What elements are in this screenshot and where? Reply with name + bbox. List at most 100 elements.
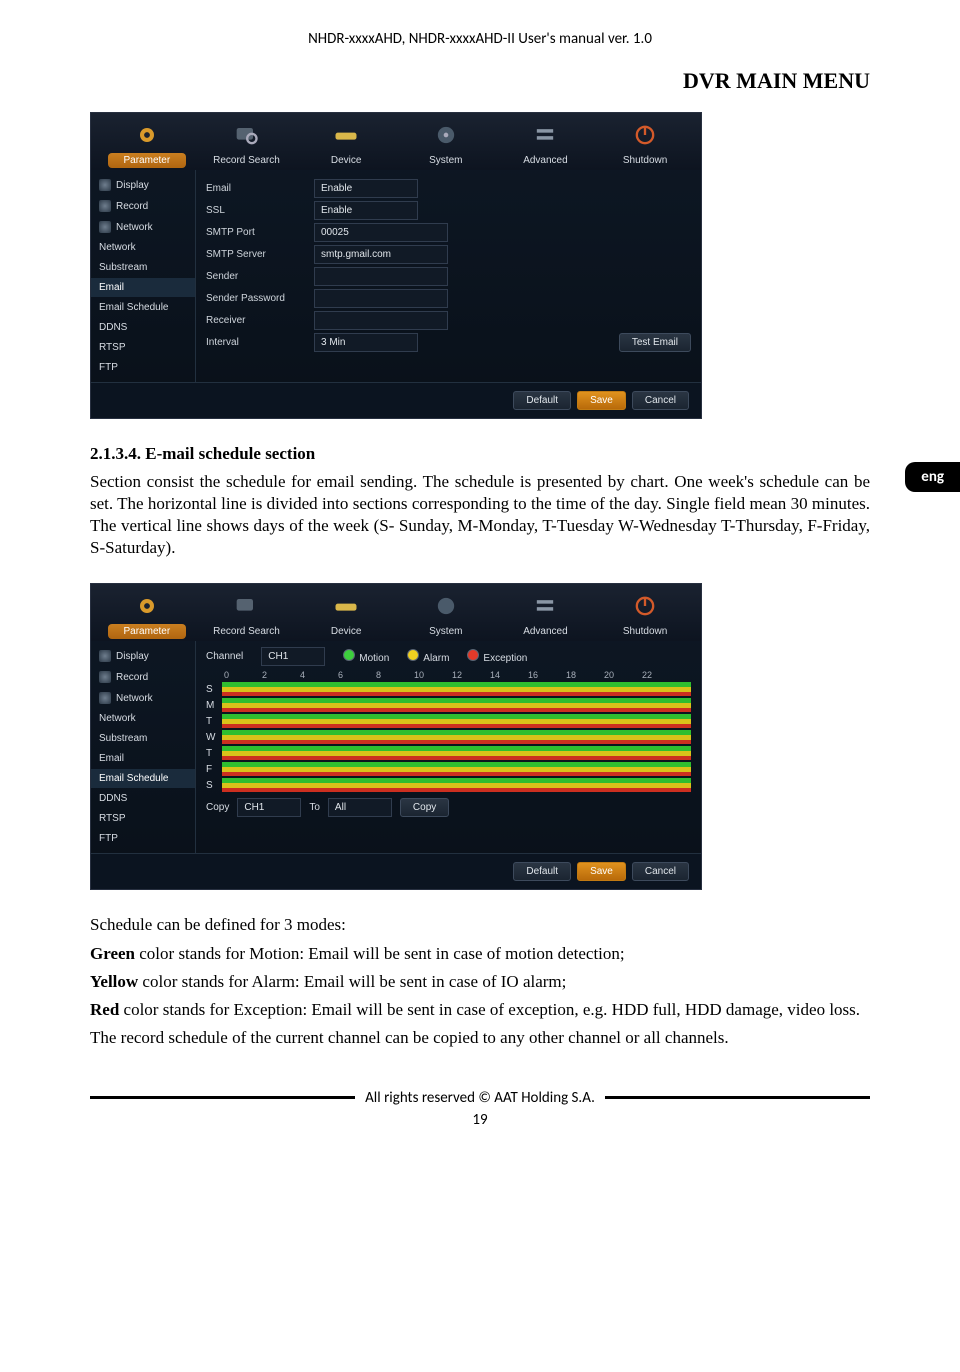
interval-select[interactable]: 3 Min <box>314 333 418 352</box>
motion-radio[interactable]: Motion <box>343 649 389 664</box>
password-label: Sender Password <box>206 293 306 304</box>
sidebar-item-ddns[interactable]: DDNS <box>91 318 195 337</box>
copy-button[interactable]: Copy <box>400 798 449 817</box>
channel-select[interactable]: CH1 <box>261 647 325 666</box>
tab-system-2[interactable]: System <box>400 592 492 641</box>
tab-advanced-2[interactable]: Advanced <box>499 592 591 641</box>
sender-label: Sender <box>206 271 306 282</box>
dvr-sidebar-2: Display Record Network Network Substream… <box>91 641 196 853</box>
sidebar-item-rtsp-2[interactable]: RTSP <box>91 809 195 828</box>
search-icon <box>228 592 264 620</box>
smtp-port-input[interactable]: 00025 <box>314 223 448 242</box>
save-button-2[interactable]: Save <box>577 862 626 881</box>
exception-radio[interactable]: Exception <box>467 649 527 664</box>
footer-bar-left <box>90 1096 355 1099</box>
system-icon <box>428 121 464 149</box>
footer-bar-right <box>605 1096 870 1099</box>
cancel-button-2[interactable]: Cancel <box>632 862 689 881</box>
tab-device[interactable]: Device <box>300 121 392 170</box>
sidebar-item-network-2[interactable]: Network <box>91 688 195 708</box>
password-input[interactable] <box>314 289 448 308</box>
system-icon <box>428 592 464 620</box>
tab-shutdown[interactable]: Shutdown <box>599 121 691 170</box>
sidebar-item-ftp-2[interactable]: FTP <box>91 829 195 848</box>
receiver-input[interactable] <box>314 311 448 330</box>
language-tab: eng <box>905 462 960 492</box>
sidebar-item-record[interactable]: Record <box>91 196 195 216</box>
sidebar-item-record-2[interactable]: Record <box>91 667 195 687</box>
sidebar-item-email-schedule-2[interactable]: Email Schedule <box>91 769 195 788</box>
copy-to-select[interactable]: All <box>328 798 392 817</box>
schedule-modes-text: Schedule can be defined for 3 modes: Gre… <box>90 914 870 1048</box>
copy-label: Copy <box>206 802 229 813</box>
sidebar-item-network2-2[interactable]: Network <box>91 709 195 728</box>
sidebar-item-ddns-2[interactable]: DDNS <box>91 789 195 808</box>
green-word: Green <box>90 944 135 963</box>
sidebar-item-substream[interactable]: Substream <box>91 258 195 277</box>
green-dot-icon <box>343 649 355 661</box>
dvr-main-schedule: Channel CH1 Motion Alarm Exception 02468… <box>196 641 701 853</box>
dvr-footer: Default Save Cancel <box>91 382 701 418</box>
test-email-button[interactable]: Test Email <box>619 333 691 352</box>
tab-record-search-2[interactable]: Record Search <box>200 592 292 641</box>
default-button[interactable]: Default <box>513 391 571 410</box>
sidebar-item-email-2[interactable]: Email <box>91 749 195 768</box>
dvr-sidebar: Display Record Network Network Substream… <box>91 170 196 382</box>
sidebar-item-network[interactable]: Network <box>91 217 195 237</box>
red-dot-icon <box>467 649 479 661</box>
tab-system[interactable]: System <box>400 121 492 170</box>
tab-shutdown-2[interactable]: Shutdown <box>599 592 691 641</box>
sidebar-item-network2[interactable]: Network <box>91 238 195 257</box>
yellow-word: Yellow <box>90 972 138 991</box>
sidebar-item-substream-2[interactable]: Substream <box>91 729 195 748</box>
device-icon <box>328 592 364 620</box>
record-icon <box>99 671 111 683</box>
sidebar-item-ftp[interactable]: FTP <box>91 358 195 377</box>
yellow-dot-icon <box>407 649 419 661</box>
red-word: Red <box>90 1000 119 1019</box>
modes-intro: Schedule can be defined for 3 modes: <box>90 914 870 936</box>
display-icon <box>99 179 111 191</box>
smtp-port-label: SMTP Port <box>206 227 306 238</box>
record-icon <box>99 200 111 212</box>
sidebar-item-email[interactable]: Email <box>91 278 195 297</box>
power-icon <box>627 121 663 149</box>
power-icon <box>627 592 663 620</box>
email-label: Email <box>206 183 306 194</box>
heading-2134: 2.1.3.4. E-mail schedule section <box>90 444 315 463</box>
dvr-email-schedule: Parameter Record Search Device System Ad… <box>90 583 702 890</box>
interval-label: Interval <box>206 337 306 348</box>
schedule-grid[interactable]: S M T W T F S <box>206 682 691 792</box>
page-number: 19 <box>90 1111 870 1129</box>
section-title: DVR MAIN MENU <box>90 68 870 94</box>
footer-copyright: All rights reserved © AAT Holding S.A. <box>365 1089 595 1107</box>
sidebar-item-rtsp[interactable]: RTSP <box>91 338 195 357</box>
tab-record-search[interactable]: Record Search <box>200 121 292 170</box>
dvr-footer-2: Default Save Cancel <box>91 853 701 889</box>
network-icon <box>99 221 111 233</box>
copy-from-select[interactable]: CH1 <box>237 798 301 817</box>
alarm-radio[interactable]: Alarm <box>407 649 449 664</box>
tab-device-2[interactable]: Device <box>300 592 392 641</box>
to-label: To <box>309 802 320 813</box>
tab-parameter[interactable]: Parameter <box>101 121 193 170</box>
advanced-icon <box>527 121 563 149</box>
cancel-button[interactable]: Cancel <box>632 391 689 410</box>
ssl-select[interactable]: Enable <box>314 201 418 220</box>
save-button[interactable]: Save <box>577 391 626 410</box>
tab-advanced[interactable]: Advanced <box>499 121 591 170</box>
smtp-server-input[interactable]: smtp.gmail.com <box>314 245 448 264</box>
dvr-email-settings: Parameter Record Search Device System Ad… <box>90 112 702 419</box>
sender-input[interactable] <box>314 267 448 286</box>
sidebar-item-email-schedule[interactable]: Email Schedule <box>91 298 195 317</box>
copy-note: The record schedule of the current chann… <box>90 1027 870 1049</box>
ssl-label: SSL <box>206 205 306 216</box>
search-icon <box>228 121 264 149</box>
email-select[interactable]: Enable <box>314 179 418 198</box>
tab-parameter-2[interactable]: Parameter <box>101 592 193 641</box>
default-button-2[interactable]: Default <box>513 862 571 881</box>
footer: All rights reserved © AAT Holding S.A. <box>90 1089 870 1107</box>
sidebar-item-display[interactable]: Display <box>91 175 195 195</box>
sidebar-item-display-2[interactable]: Display <box>91 646 195 666</box>
channel-label: Channel <box>206 651 243 662</box>
